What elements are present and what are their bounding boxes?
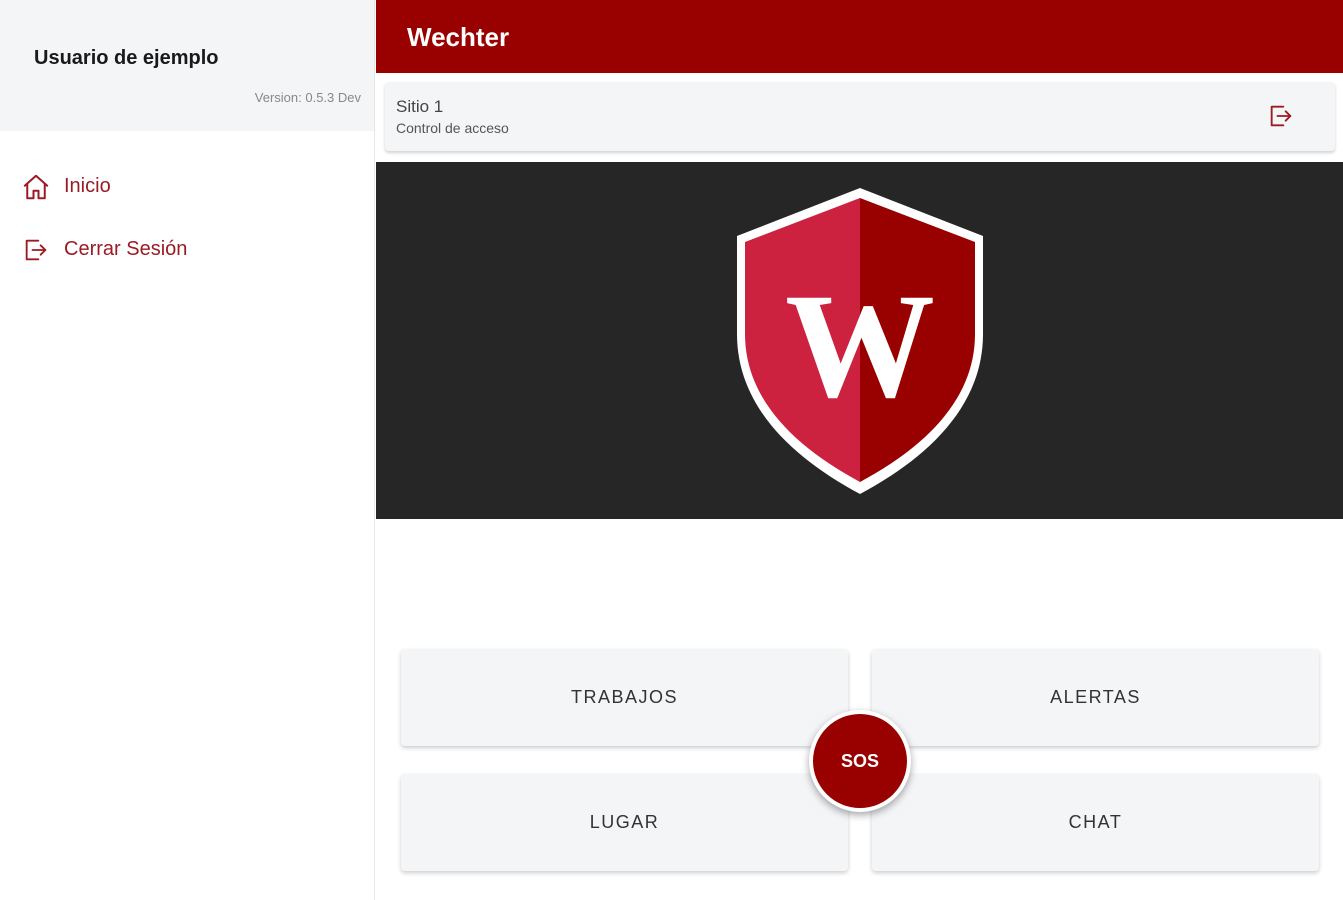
page-title: Wechter xyxy=(407,22,510,52)
site-name: Sitio 1 xyxy=(396,97,444,116)
sos-button[interactable]: SOS xyxy=(809,710,911,812)
lugar-button[interactable]: LUGAR xyxy=(401,774,848,871)
trabajos-button[interactable]: TRABAJOS xyxy=(401,649,848,746)
sidebar-item-inicio[interactable]: Inicio xyxy=(0,155,374,218)
app-root: Usuario de ejemplo Version: 0.5.3 Dev In… xyxy=(0,0,1343,900)
user-name: Usuario de ejemplo xyxy=(34,47,219,69)
site-subtitle: Control de acceso xyxy=(396,120,509,136)
logout-icon xyxy=(20,234,52,266)
chat-button[interactable]: CHAT xyxy=(872,774,1319,871)
home-icon xyxy=(20,171,52,203)
sidebar-item-label: Inicio xyxy=(64,175,111,197)
site-card: Sitio 1 Control de acceso xyxy=(385,82,1335,151)
sidebar-item-label: Cerrar Sesión xyxy=(64,238,188,260)
logo-letter: W xyxy=(785,263,935,429)
sidebar: Usuario de ejemplo Version: 0.5.3 Dev In… xyxy=(0,0,375,900)
brand-banner: W xyxy=(376,162,1343,519)
sidebar-header: Usuario de ejemplo Version: 0.5.3 Dev xyxy=(0,0,374,131)
logout-icon xyxy=(1267,102,1295,135)
app-header: Wechter xyxy=(376,0,1343,73)
app-version: Version: 0.5.3 Dev xyxy=(254,90,361,105)
site-exit-button[interactable] xyxy=(1265,102,1297,134)
wechter-shield-logo: W xyxy=(737,188,983,494)
sidebar-item-cerrar-sesion[interactable]: Cerrar Sesión xyxy=(0,218,374,281)
sidebar-nav: Inicio Cerrar Sesión xyxy=(0,131,374,281)
alertas-button[interactable]: ALERTAS xyxy=(872,649,1319,746)
